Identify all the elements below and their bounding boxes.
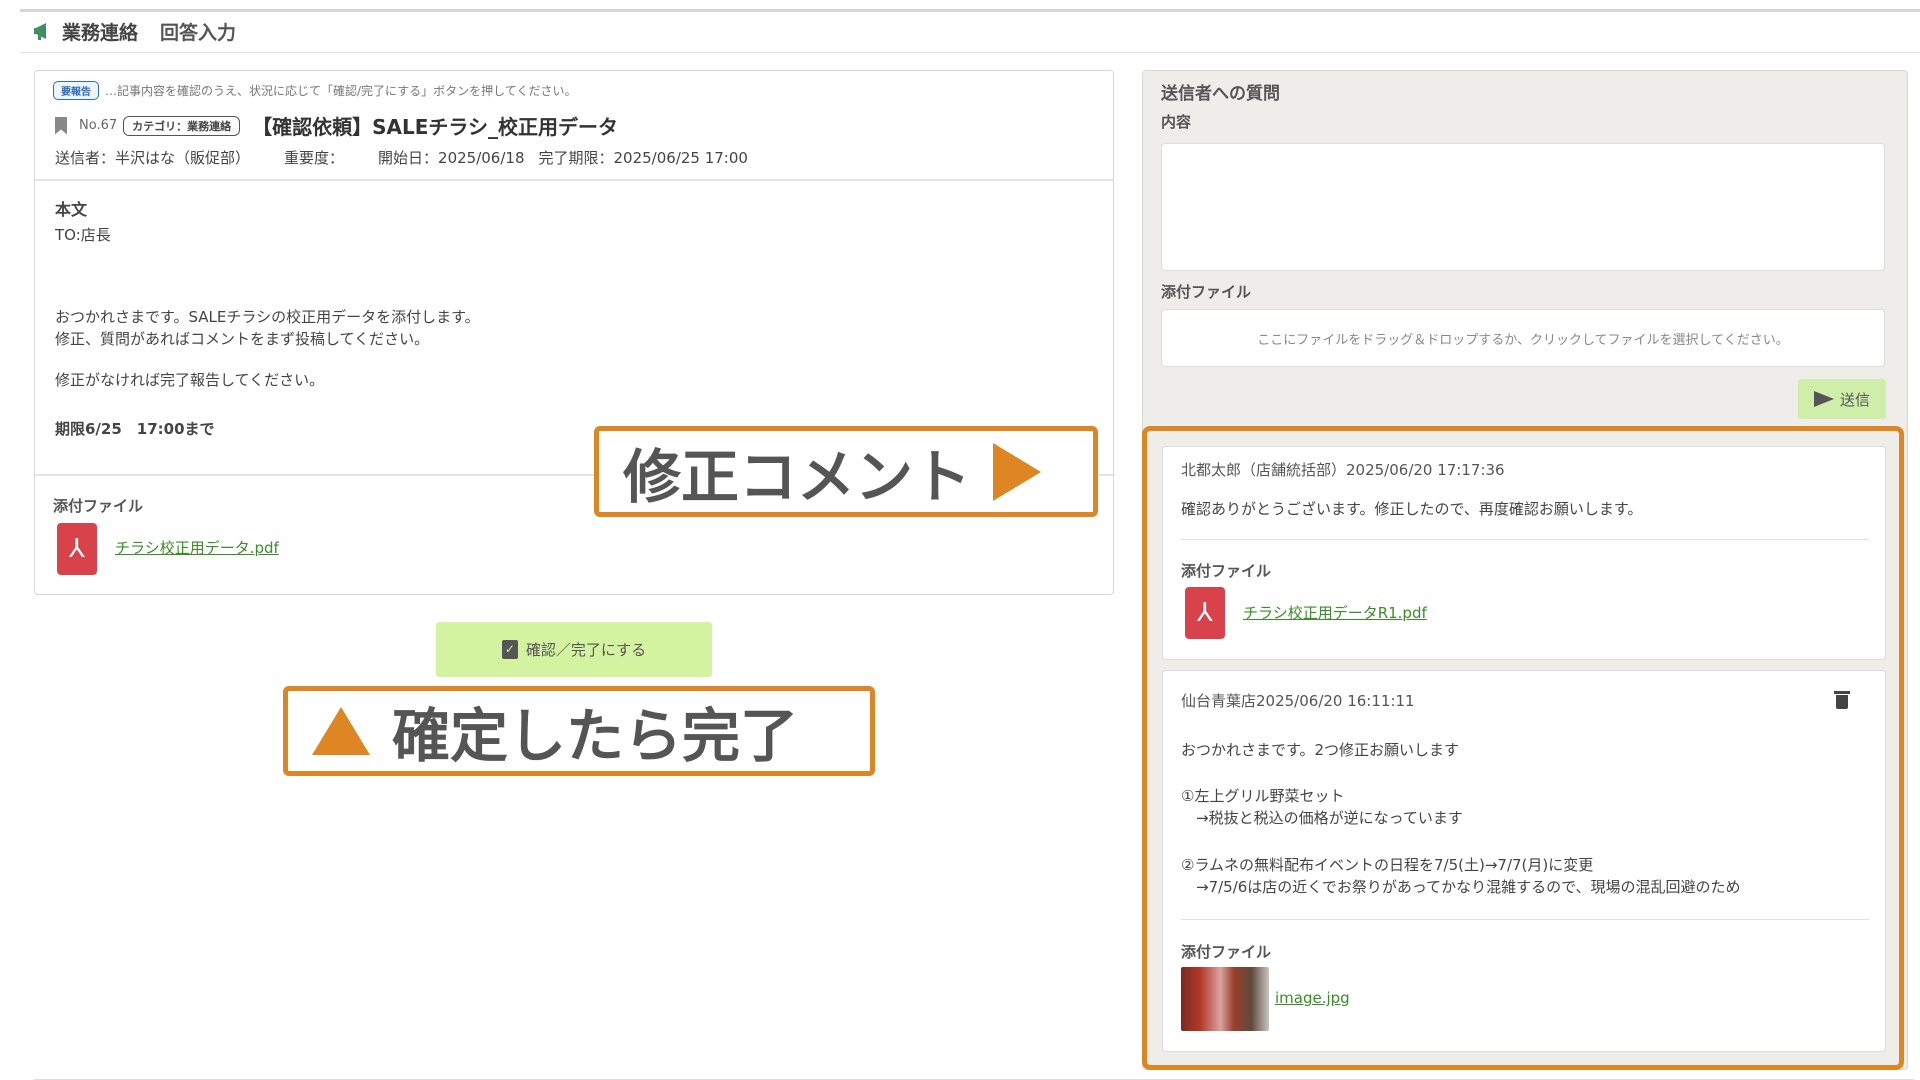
body-line: 修正、質問があればコメントをまず投稿してください。 [55, 330, 430, 348]
comment-card: 北都太郎（店舗統括部）2025/06/20 17:17:36 確認ありがとうござ… [1162, 446, 1886, 660]
deadline: 完了期限：2025/06/25 17:00 [538, 149, 748, 167]
callout-complete: 確定したら完了 [283, 686, 875, 776]
body-line: おつかれさまです。SALEチラシの校正用データを添付します。 [55, 308, 480, 326]
deadline-note: 期限6/25 17:00まで [55, 420, 215, 438]
top-rule [20, 9, 1920, 12]
page-title: 業務連絡 [62, 21, 139, 44]
priority: 重要度： [284, 149, 345, 167]
document-check-icon: ✓ [501, 640, 518, 659]
message-number: No.67 [79, 118, 118, 133]
attachment-label: 添付ファイル [53, 497, 144, 515]
report-badge: 要報告 [53, 81, 99, 100]
comment-attachment-label: 添付ファイル [1181, 943, 1272, 961]
comment-text: ②ラムネの無料配布イベントの日程を7/5(土)→7/7(月)に変更 [1181, 856, 1594, 874]
callout-comment-text: 修正コメント [623, 442, 972, 511]
content-textarea[interactable] [1161, 143, 1885, 271]
callout-comment: 修正コメント [594, 426, 1098, 517]
comment-author-time: 仙台青葉店2025/06/20 16:11:11 [1181, 692, 1415, 710]
callout-complete-text: 確定したら完了 [392, 702, 799, 770]
attachment-link[interactable]: チラシ校正用データ.pdf [115, 537, 279, 558]
comment-text: →税抜と税込の価格が逆になっています [1181, 809, 1463, 827]
body-line: 修正がなければ完了報告してください。 [55, 371, 325, 389]
comment-text: →7/5/6は店の近くでお祭りがあってかなり混雑するので、現場の混乱回避のため [1181, 878, 1741, 896]
notice-row: 要報告 …記事内容を確認のうえ、状況に応じて「確認/完了にする」ボタンを押してく… [53, 81, 576, 100]
question-title: 送信者への質問 [1161, 84, 1280, 104]
comment-text: 確認ありがとうございます。修正したので、再度確認お願いします。 [1181, 500, 1643, 518]
play-arrow-icon [993, 442, 1042, 501]
image-thumbnail[interactable] [1181, 967, 1269, 1031]
comment-attachment-label: 添付ファイル [1181, 562, 1272, 580]
megaphone-icon [34, 23, 46, 40]
confirm-label: 確認／完了にする [525, 641, 647, 659]
message-meta: 送信者：半沢はな（販促部） 重要度： 開始日：2025/06/18 完了期限：2… [55, 147, 748, 168]
comment-attachment-link[interactable]: image.jpg [1275, 989, 1350, 1007]
message-header: 要報告 …記事内容を確認のうえ、状況に応じて「確認/完了にする」ボタンを押してく… [35, 71, 1113, 181]
trash-icon[interactable] [1834, 691, 1850, 709]
send-label: 送信 [1839, 390, 1870, 409]
category-badge: カテゴリ：業務連絡 [123, 115, 241, 136]
comment-divider [1181, 919, 1869, 920]
question-attachment-label: 添付ファイル [1161, 283, 1252, 301]
pdf-icon: ⅄ [1185, 587, 1225, 639]
comment-divider [1181, 539, 1869, 540]
comment-text: ①左上グリル野菜セット [1181, 787, 1345, 805]
body-line: TO:店長 [55, 226, 111, 244]
bookmark-icon[interactable] [55, 116, 67, 135]
comment-author-time: 北都太郎（店舗統括部）2025/06/20 17:17:36 [1181, 461, 1505, 479]
send-button[interactable]: 送信 [1798, 379, 1886, 419]
send-icon [1813, 391, 1834, 407]
confirm-complete-button[interactable]: ✓ 確認／完了にする [436, 622, 712, 677]
comment-card: 仙台青葉店2025/06/20 16:11:11 おつかれさまです。2つ修正お願… [1162, 670, 1886, 1052]
start-date: 開始日：2025/06/18 [378, 149, 525, 167]
sender: 送信者：半沢はな（販促部） [55, 149, 251, 167]
up-triangle-icon [312, 707, 370, 755]
message-title: 【確認依頼】SALEチラシ_校正用データ [252, 115, 619, 139]
content-label: 内容 [1161, 113, 1192, 131]
comment-attachment-link[interactable]: チラシ校正用データR1.pdf [1243, 602, 1427, 623]
notice-hint: …記事内容を確認のうえ、状況に応じて「確認/完了にする」ボタンを押してください。 [105, 84, 577, 98]
pdf-icon: ⅄ [57, 523, 97, 575]
header-divider [20, 52, 1920, 53]
body-label: 本文 [55, 200, 88, 219]
comment-text: おつかれさまです。2つ修正お願いします [1181, 741, 1460, 759]
file-dropzone[interactable]: ここにファイルをドラッグ＆ドロップするか、クリックしてファイルを選択してください… [1161, 309, 1885, 367]
title-row: No.67 カテゴリ：業務連絡 【確認依頼】SALEチラシ_校正用データ [55, 111, 618, 140]
page-header: 業務連絡 回答入力 [34, 17, 236, 45]
page-subtitle: 回答入力 [160, 21, 237, 44]
